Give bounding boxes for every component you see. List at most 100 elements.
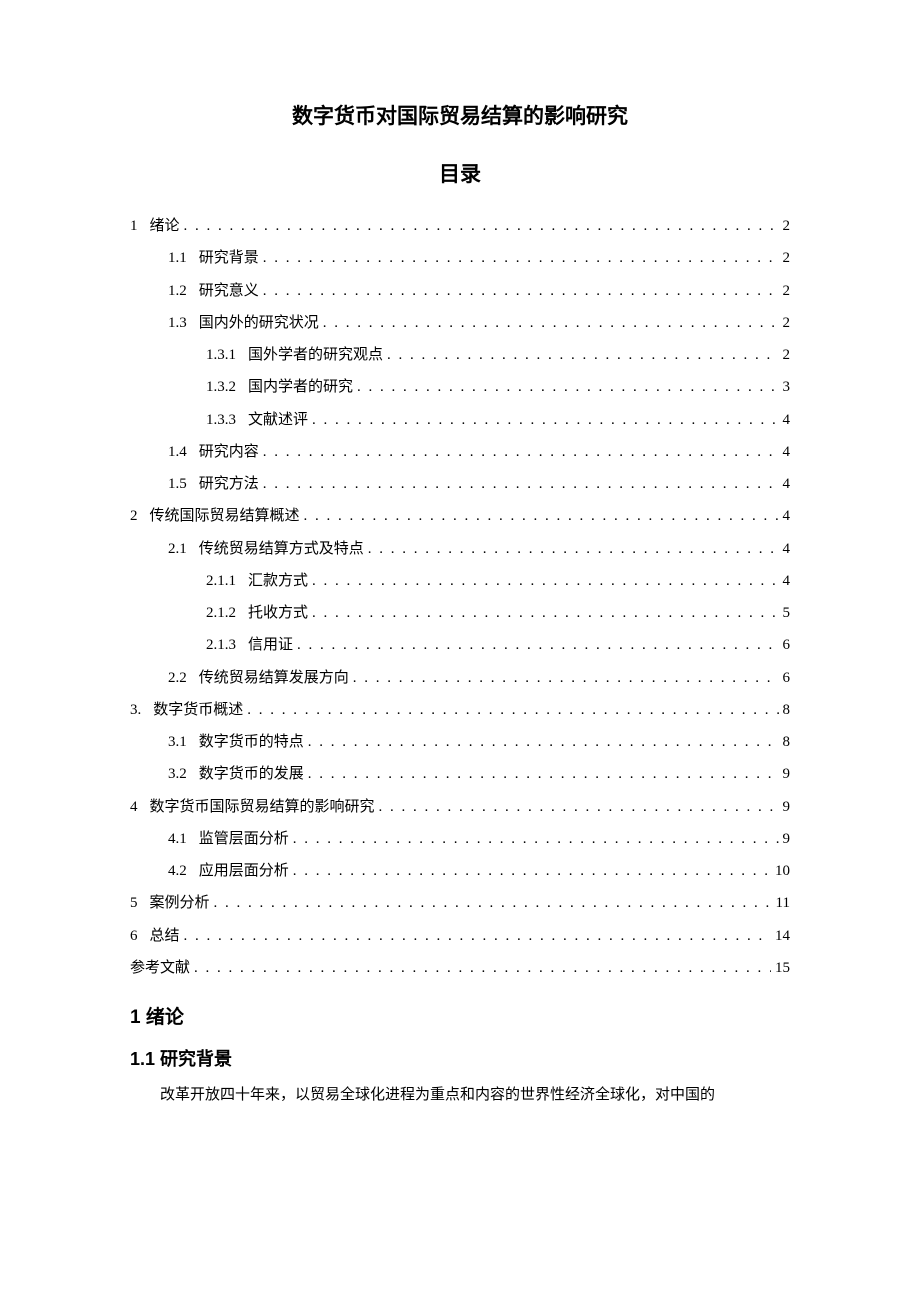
- toc-leader-dots: [214, 887, 772, 919]
- toc-entry[interactable]: 3.1数字货币的特点 8: [130, 726, 790, 758]
- toc-entry-page: 6: [783, 662, 791, 694]
- toc-entry-page: 4: [783, 500, 791, 532]
- toc-leader-dots: [368, 533, 779, 565]
- toc-entry-label: 1.1研究背景: [168, 242, 259, 274]
- document-title: 数字货币对国际贸易结算的影响研究: [130, 100, 790, 130]
- toc-leader-dots: [312, 597, 778, 629]
- toc-entry-num: 1.2: [168, 283, 187, 299]
- toc-entry-page: 8: [783, 726, 791, 758]
- section-1-heading: 1 绪论: [130, 1002, 790, 1029]
- toc-entry-page: 2: [783, 339, 791, 371]
- section-1-1-heading: 1.1 研究背景: [130, 1045, 790, 1071]
- toc-entry[interactable]: 4.1监管层面分析9: [130, 823, 790, 855]
- toc-entry-text: 数字货币国际贸易结算的影响研究: [150, 799, 375, 815]
- toc-leader-dots: [293, 855, 771, 887]
- toc-entry-text: 传统国际贸易结算概述: [150, 508, 300, 524]
- toc-entry-text: 国内外的研究状况: [199, 315, 319, 331]
- toc-leader-dots: [312, 404, 778, 436]
- toc-entry[interactable]: 2.1 传统贸易结算方式及特点 4: [130, 533, 790, 565]
- toc-entry-num: 1: [130, 218, 138, 234]
- toc-entry-text: 信用证: [248, 637, 293, 653]
- toc-entry[interactable]: 6总结14: [130, 920, 790, 952]
- toc-entry-label: 3.1数字货币的特点: [168, 726, 304, 758]
- toc-entry-page: 2: [783, 242, 791, 274]
- toc-entry-label: 2传统国际贸易结算概述: [130, 500, 300, 532]
- toc-leader-dots: [263, 468, 779, 500]
- table-of-contents: 1绪论21.1研究背景21.2研究意义21.3国内外的研究状况21.3.1国外学…: [130, 210, 790, 984]
- toc-entry-page: 5: [783, 597, 791, 629]
- toc-leader-dots: [312, 565, 778, 597]
- toc-entry-page: 2: [783, 307, 791, 339]
- toc-entry-num: 1.3.2: [206, 379, 236, 395]
- toc-entry[interactable]: 2.1.3 信用证 6: [130, 629, 790, 661]
- toc-entry-num: 2.1.3: [206, 637, 236, 653]
- toc-entry-num: 2.1.1: [206, 573, 236, 589]
- toc-entry-num: 2.1: [168, 541, 187, 557]
- toc-entry[interactable]: 1.1研究背景 2: [130, 242, 790, 274]
- toc-entry-page: 4: [783, 404, 791, 436]
- toc-entry-num: 1.3.1: [206, 347, 236, 363]
- toc-entry[interactable]: 2.1.2托收方式5: [130, 597, 790, 629]
- toc-entry[interactable]: 4.2应用层面分析10: [130, 855, 790, 887]
- toc-entry-num: 4: [130, 799, 138, 815]
- toc-entry[interactable]: 5案例分析11: [130, 887, 790, 919]
- toc-entry-label: 1.3.2 国内学者的研究: [206, 371, 353, 403]
- toc-leader-dots: [263, 275, 779, 307]
- toc-leader-dots: [293, 823, 779, 855]
- toc-entry-page: 10: [775, 855, 790, 887]
- toc-entry[interactable]: 1绪论2: [130, 210, 790, 242]
- toc-entry[interactable]: 1.3.2 国内学者的研究 3: [130, 371, 790, 403]
- toc-entry-page: 15: [775, 952, 790, 984]
- toc-entry-text: 研究方法: [199, 476, 259, 492]
- toc-leader-dots: [308, 758, 779, 790]
- toc-entry[interactable]: 4数字货币国际贸易结算的影响研究9: [130, 791, 790, 823]
- toc-entry[interactable]: 3.2数字货币的发展9: [130, 758, 790, 790]
- toc-entry-page: 4: [783, 436, 791, 468]
- toc-leader-dots: [308, 726, 779, 758]
- toc-entry-page: 3: [783, 371, 791, 403]
- toc-leader-dots: [263, 242, 779, 274]
- toc-entry[interactable]: 1.3.3文献述评4: [130, 404, 790, 436]
- toc-entry-text: 国外学者的研究观点: [248, 347, 383, 363]
- toc-entry-text: 监管层面分析: [199, 831, 289, 847]
- toc-leader-dots: [263, 436, 779, 468]
- toc-entry-text: 绪论: [150, 218, 180, 234]
- toc-entry[interactable]: 2传统国际贸易结算概述 4: [130, 500, 790, 532]
- toc-entry[interactable]: 1.3.1 国外学者的研究观点 2: [130, 339, 790, 371]
- toc-entry-label: 参考文献: [130, 952, 190, 984]
- toc-heading: 目录: [130, 158, 790, 188]
- toc-entry-label: 4.1监管层面分析: [168, 823, 289, 855]
- toc-leader-dots: [379, 791, 779, 823]
- toc-entry-label: 2.1.1 汇款方式: [206, 565, 308, 597]
- toc-entry-page: 6: [783, 629, 791, 661]
- toc-entry-label: 5案例分析: [130, 887, 210, 919]
- toc-entry[interactable]: 1.3国内外的研究状况2: [130, 307, 790, 339]
- toc-entry-text: 国内学者的研究: [248, 379, 353, 395]
- toc-entry-text: 托收方式: [248, 605, 308, 621]
- toc-entry[interactable]: 1.2研究意义2: [130, 275, 790, 307]
- toc-entry-text: 应用层面分析: [199, 863, 289, 879]
- toc-entry-text: 数字货币的发展: [199, 766, 304, 782]
- toc-entry[interactable]: 3.数字货币概述8: [130, 694, 790, 726]
- toc-entry-page: 4: [783, 533, 791, 565]
- section-1-num: 1: [130, 1007, 141, 1028]
- toc-entry[interactable]: 2.1.1汇款方式4: [130, 565, 790, 597]
- toc-entry-text: 数字货币概述: [153, 702, 243, 718]
- toc-entry[interactable]: 2.2传统贸易结算发展方向6: [130, 662, 790, 694]
- toc-entry-label: 2.1.3 信用证: [206, 629, 293, 661]
- toc-leader-dots: [297, 629, 778, 661]
- toc-entry[interactable]: 1.5研究方法4: [130, 468, 790, 500]
- toc-leader-dots: [194, 952, 771, 984]
- toc-entry-text: 汇款方式: [248, 573, 308, 589]
- toc-entry-label: 3.2 数字货币的发展: [168, 758, 304, 790]
- toc-entry-num: 3.2: [168, 766, 187, 782]
- toc-entry-text: 传统贸易结算发展方向: [199, 670, 349, 686]
- toc-entry-text: 传统贸易结算方式及特点: [199, 541, 364, 557]
- toc-entry-label: 1.3.1 国外学者的研究观点: [206, 339, 383, 371]
- toc-entry-num: 5: [130, 895, 138, 911]
- toc-entry[interactable]: 1.4研究内容4: [130, 436, 790, 468]
- toc-entry-page: 2: [783, 275, 791, 307]
- toc-entry-text: 文献述评: [248, 412, 308, 428]
- toc-entry[interactable]: 参考文献 15: [130, 952, 790, 984]
- section-1-title: 绪论: [146, 1007, 184, 1028]
